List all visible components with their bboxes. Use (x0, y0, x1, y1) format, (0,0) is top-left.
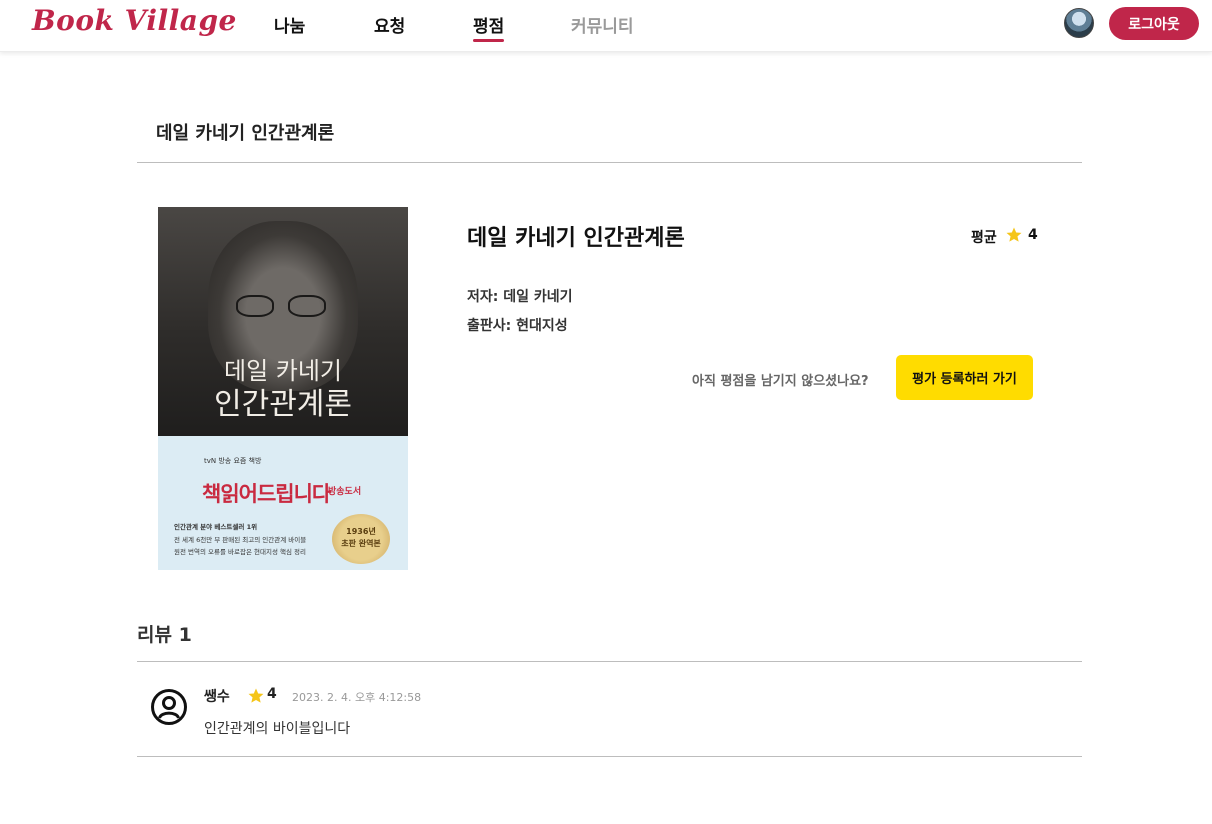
nav-rating[interactable]: 평점 (473, 12, 505, 42)
book-publisher: 출판사: 현대지성 (467, 318, 568, 334)
reviews-heading: 리뷰 1 (137, 624, 192, 646)
page-title: 데일 카네기 인간관계론 (156, 123, 335, 144)
review-text: 인간관계의 바이블입니다 (204, 721, 351, 737)
nav-community[interactable]: 커뮤니티 (571, 12, 634, 37)
logout-button[interactable]: 로그아웃 (1109, 7, 1199, 40)
cover-seal: 1936년 초판 완역본 (332, 514, 390, 564)
seal-line2: 초판 완역본 (341, 539, 381, 548)
cover-band-tag: 방송도서 (328, 487, 362, 497)
star-icon (1006, 227, 1022, 242)
review-bottom-divider (137, 756, 1082, 757)
site-logo[interactable]: Book Village (32, 4, 237, 37)
no-review-prompt: 아직 평점을 남기지 않으셨나요? (692, 374, 869, 389)
cover-band-line: 전 세계 6천만 부 판매된 최고의 인간관계 바이블 (174, 536, 307, 544)
reviewer-name: 쌩수 (204, 689, 230, 705)
star-icon (248, 688, 264, 703)
book-author: 저자: 데일 카네기 (467, 289, 573, 305)
top-navigation-bar: Book Village 나눔 요청 평점 커뮤니티 로그아웃 (0, 0, 1212, 52)
user-avatar[interactable] (1064, 8, 1094, 38)
review-rating: 4 (267, 686, 277, 702)
reviews-divider (137, 661, 1082, 662)
book-cover-image: 데일 카네기 인간관계론 tvN 방송 요즘 책방 책읽어드립니다 방송도서 인… (158, 207, 408, 570)
cover-band-caption: tvN 방송 요즘 책방 (204, 457, 262, 465)
book-title: 데일 카네기 인간관계론 (467, 226, 685, 251)
average-label: 평균 (971, 230, 997, 246)
title-divider (137, 162, 1082, 163)
review-timestamp: 2023. 2. 4. 오후 4:12:58 (292, 691, 422, 704)
average-rating: 4 (1028, 227, 1038, 243)
seal-line1: 1936년 (346, 527, 376, 536)
user-profile-icon (151, 689, 187, 725)
cover-band-title: 책읽어드립니다 (202, 482, 331, 506)
nav-share[interactable]: 나눔 (274, 12, 305, 37)
cover-portrait: 데일 카네기 인간관계론 (158, 207, 408, 436)
write-review-button[interactable]: 평가 등록하러 가기 (896, 355, 1033, 400)
nav-request[interactable]: 요청 (374, 12, 405, 37)
portrait-glasses (236, 295, 332, 317)
cover-promo-band: tvN 방송 요즘 책방 책읽어드립니다 방송도서 인간관계 분야 베스트셀러 … (158, 436, 408, 570)
cover-band-line: 원전 번역의 오류를 바로잡은 현대지성 핵심 정리 (174, 548, 306, 556)
cover-band-line: 인간관계 분야 베스트셀러 1위 (174, 523, 258, 531)
cover-title-line2: 인간관계론 (214, 387, 352, 422)
